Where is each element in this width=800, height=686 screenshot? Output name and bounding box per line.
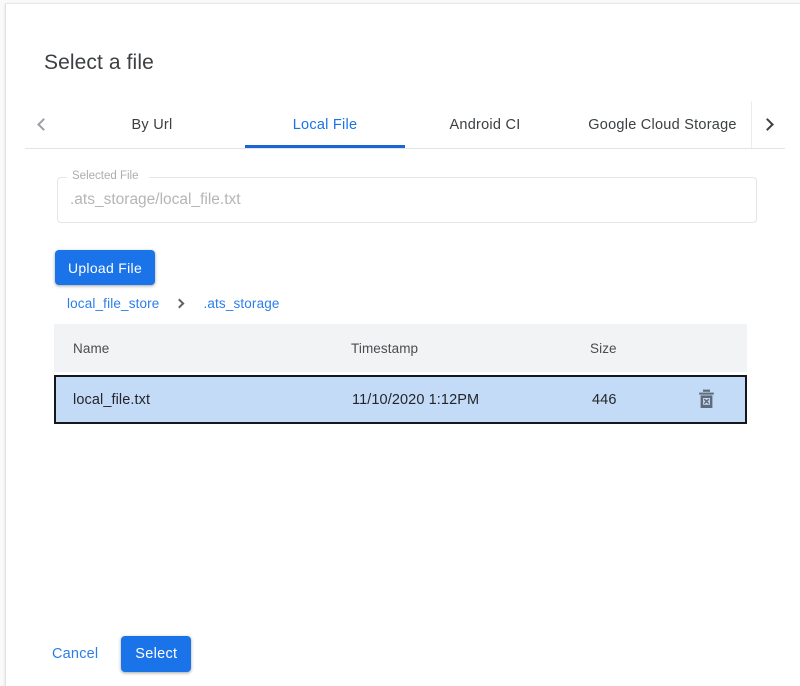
column-header-size: Size xyxy=(590,341,682,356)
delete-icon xyxy=(697,389,716,410)
tab-android-ci[interactable]: Android CI xyxy=(405,101,565,148)
tab-scroll-left-button[interactable] xyxy=(25,101,59,148)
cell-name: local_file.txt xyxy=(56,392,352,408)
tab-local-file[interactable]: Local File xyxy=(245,101,405,148)
tab-bar: By Url Local File Android CI Google Clou… xyxy=(25,101,785,149)
breadcrumb: local_file_store .ats_storage xyxy=(67,294,280,312)
tab-list: By Url Local File Android CI Google Clou… xyxy=(59,101,751,148)
table-row[interactable]: local_file.txt 11/10/2020 1:12PM 446 xyxy=(54,375,747,424)
selected-file-field[interactable]: Selected File .ats_storage/local_file.tx… xyxy=(57,177,757,223)
breadcrumb-item-ats-storage[interactable]: .ats_storage xyxy=(203,296,279,311)
column-header-name: Name xyxy=(54,341,350,356)
select-file-dialog: Select a file By Url Local File Android … xyxy=(5,3,800,686)
selected-file-input[interactable]: .ats_storage/local_file.txt xyxy=(70,190,241,210)
cell-size: 446 xyxy=(592,392,684,408)
upload-file-button[interactable]: Upload File xyxy=(55,250,155,285)
tab-label: Android CI xyxy=(449,117,520,133)
column-header-timestamp: Timestamp xyxy=(350,341,590,356)
page-title: Select a file xyxy=(44,48,154,78)
tab-by-url[interactable]: By Url xyxy=(59,101,245,148)
cancel-button[interactable]: Cancel xyxy=(42,638,108,670)
cell-actions xyxy=(684,385,745,415)
file-table: Name Timestamp Size local_file.txt 11/10… xyxy=(54,324,747,424)
chevron-left-icon xyxy=(37,118,50,131)
breadcrumb-separator-chevron-right-icon xyxy=(159,300,203,307)
tab-scroll-right-button[interactable] xyxy=(751,101,785,148)
selected-file-label: Selected File xyxy=(70,169,140,183)
cell-timestamp: 11/10/2020 1:12PM xyxy=(352,392,592,408)
tab-label: Google Cloud Storage xyxy=(588,117,737,133)
chevron-right-icon xyxy=(761,118,774,131)
screen: Select a file By Url Local File Android … xyxy=(0,0,800,686)
tab-label: By Url xyxy=(132,117,173,133)
tab-label: Local File xyxy=(293,117,358,133)
delete-file-button[interactable] xyxy=(692,385,722,415)
table-header-row: Name Timestamp Size xyxy=(54,324,747,372)
breadcrumb-item-local-file-store[interactable]: local_file_store xyxy=(67,296,159,311)
tab-google-cloud-storage[interactable]: Google Cloud Storage xyxy=(565,101,751,148)
dialog-footer: Cancel Select xyxy=(6,621,800,686)
select-button[interactable]: Select xyxy=(121,636,191,672)
